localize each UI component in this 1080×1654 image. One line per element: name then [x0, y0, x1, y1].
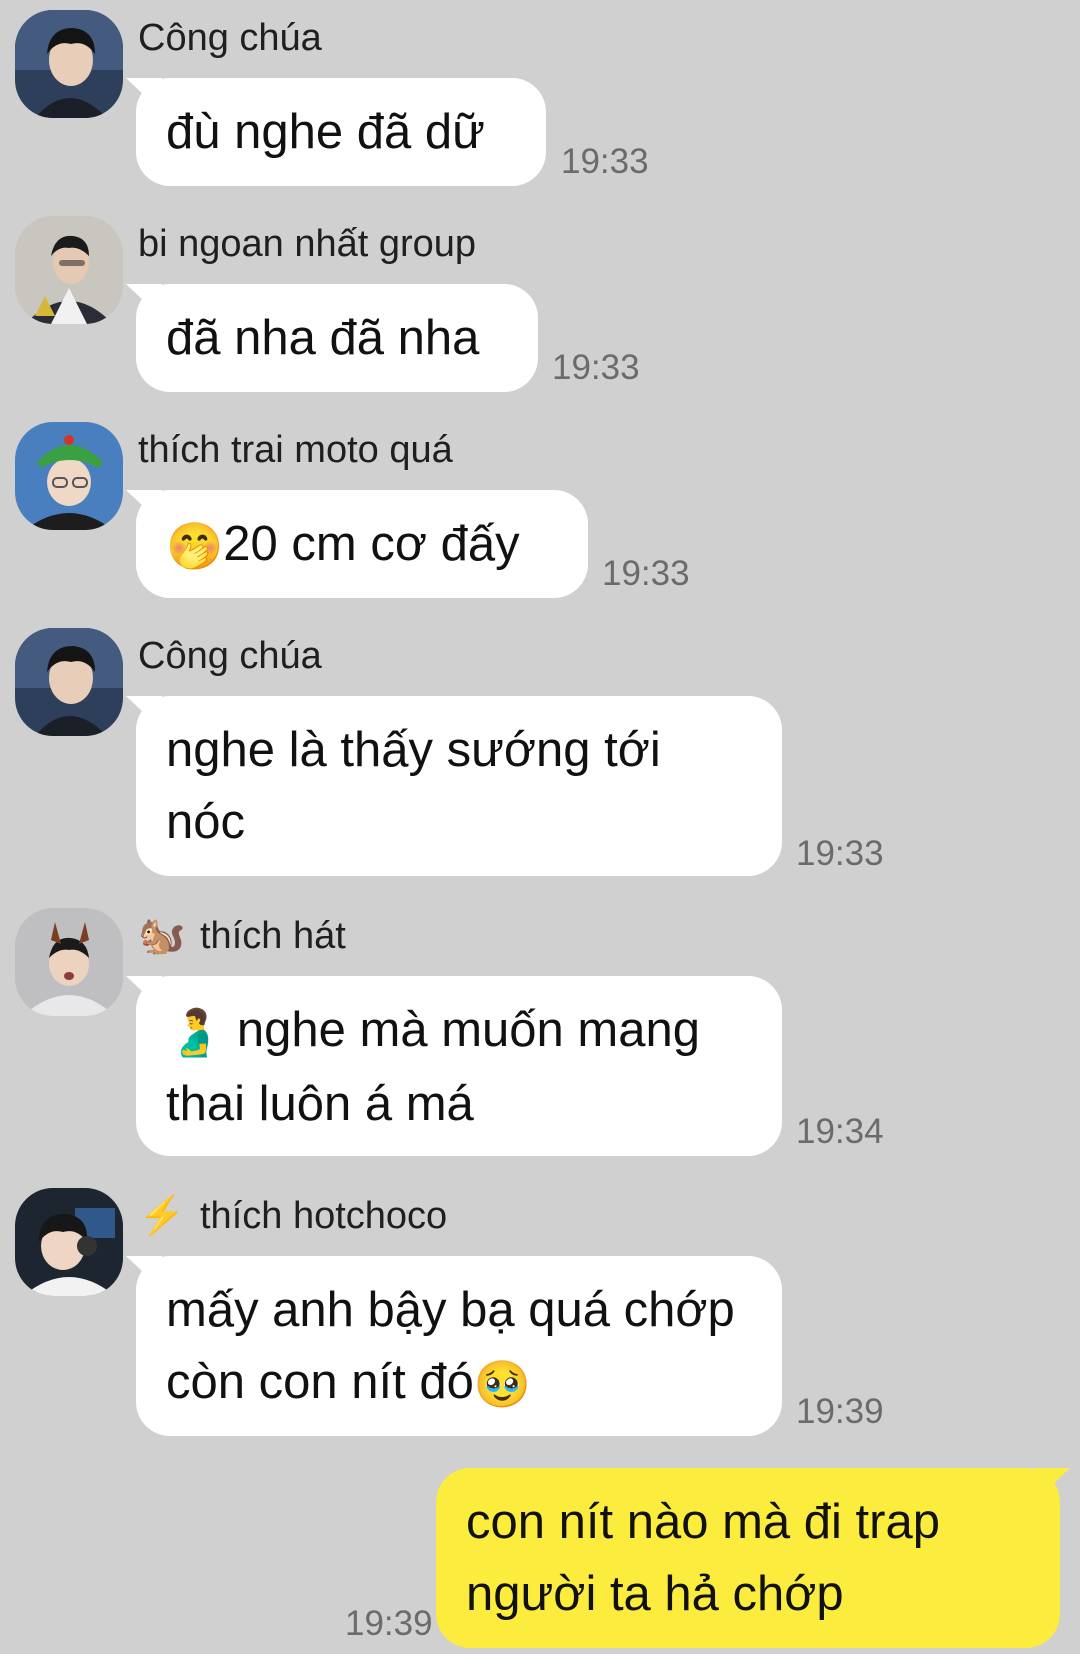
message-bubble[interactable]: con nít nào mà đi trap người ta hả chớp — [436, 1468, 1060, 1648]
message-text: 20 cm cơ đấy — [223, 517, 520, 571]
sender-name: Công chúa — [138, 17, 322, 59]
sender-name-text: thích hát — [200, 915, 346, 957]
message-text: con nít nào mà đi trap người ta hả chớp — [466, 1495, 940, 1621]
sender-name: thích trai moto quá — [138, 429, 453, 471]
avatar[interactable] — [15, 628, 123, 736]
message-text: mấy anh bậy bạ quá chớp còn con nít đó — [166, 1283, 735, 1409]
message-text: nghe là thấy sướng tới nóc — [166, 723, 661, 849]
avatar[interactable] — [15, 10, 123, 118]
message-time: 19:39 — [796, 1392, 884, 1431]
avatar[interactable] — [15, 422, 123, 530]
message-bubble[interactable]: nghe là thấy sướng tới nóc — [136, 696, 782, 876]
face-holding-back-tears-icon: 🥹 — [473, 1358, 532, 1410]
message-time: 19:33 — [561, 142, 649, 181]
sender-name: ⚡ thích hotchoco — [138, 1194, 447, 1238]
message-text: đù nghe đã dữ — [166, 105, 485, 159]
message-bubble[interactable]: đù nghe đã dữ — [136, 78, 546, 186]
pregnant-man-icon: 🫃 — [166, 1006, 224, 1058]
sender-name: bi ngoan nhất group — [138, 223, 477, 265]
message-bubble[interactable]: đã nha đã nha — [136, 284, 538, 392]
message-time: 19:39 — [345, 1604, 433, 1643]
message-text: nghe mà muốn mang thai luôn á má — [166, 1003, 700, 1131]
sender-name: Công chúa — [138, 635, 322, 677]
message-bubble[interactable]: mấy anh bậy bạ quá chớp còn con nít đó🥹 — [136, 1256, 782, 1436]
message-bubble[interactable]: 🤭20 cm cơ đấy — [136, 490, 588, 598]
message-time: 19:33 — [602, 554, 690, 593]
chat-feed[interactable]: Công chúa đù nghe đã dữ 19:33 bi ngoan n… — [0, 0, 1080, 1654]
face-hand-over-mouth-icon: 🤭 — [166, 520, 224, 572]
avatar[interactable] — [15, 216, 123, 324]
sender-name: 🐿️ thích hát — [138, 914, 346, 958]
lightning-icon: ⚡ — [138, 1195, 186, 1237]
message-time: 19:34 — [796, 1112, 884, 1151]
message-time: 19:33 — [796, 834, 884, 873]
sender-name-text: thích hotchoco — [200, 1195, 448, 1237]
squirrel-icon: 🐿️ — [138, 915, 186, 957]
message-bubble[interactable]: 🫃 nghe mà muốn mang thai luôn á má — [136, 976, 782, 1156]
avatar[interactable] — [15, 1188, 123, 1296]
avatar[interactable] — [15, 908, 123, 1016]
message-text: đã nha đã nha — [166, 311, 480, 365]
message-time: 19:33 — [552, 348, 640, 387]
